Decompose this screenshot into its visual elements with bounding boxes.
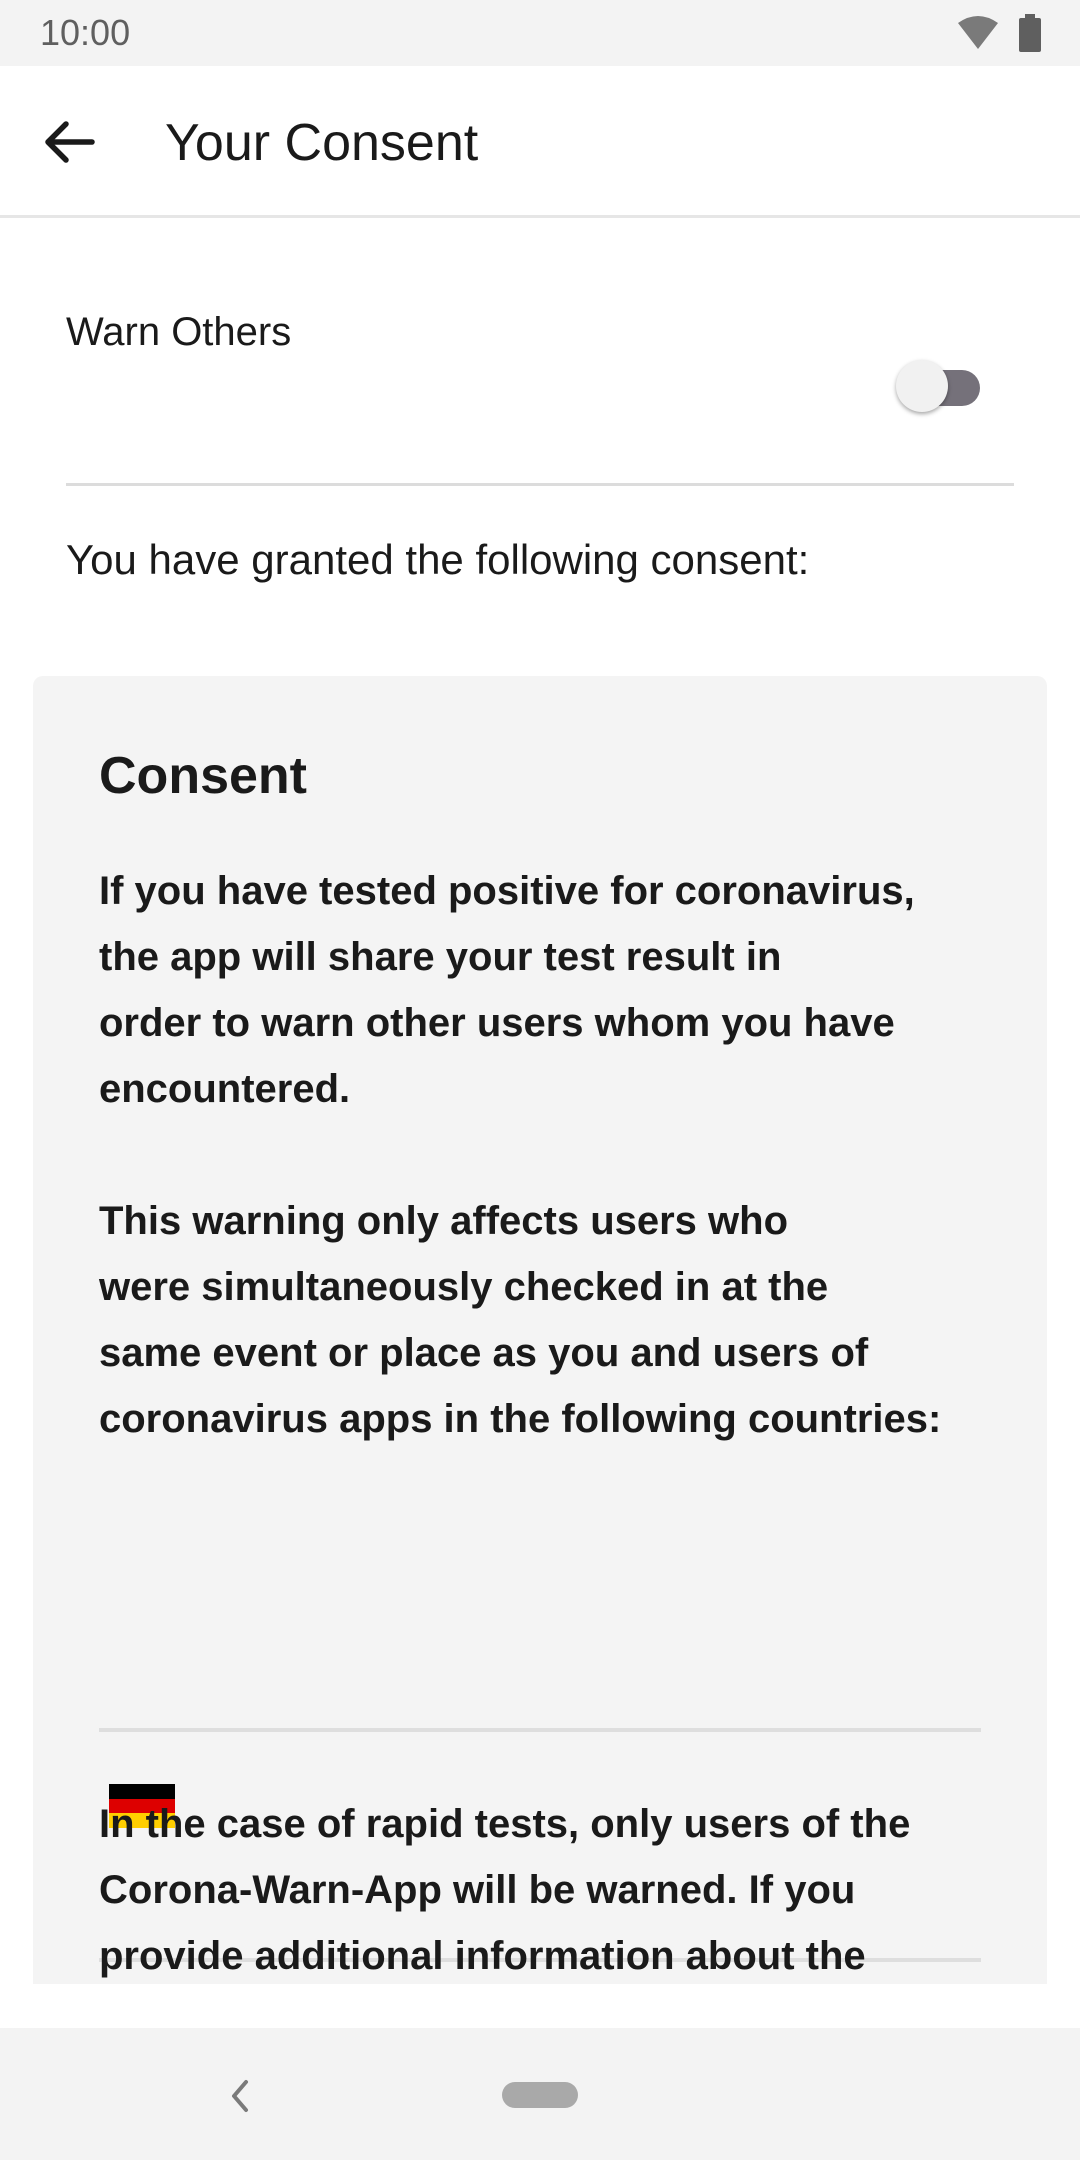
battery-icon xyxy=(1018,14,1042,57)
consent-paragraph-warning: This warning only affects users who were… xyxy=(99,1199,942,1441)
consent-paragraph-share: If you have tested positive for coronavi… xyxy=(99,869,915,1111)
divider xyxy=(66,483,1014,486)
home-pill-button[interactable] xyxy=(502,2082,578,2108)
toggle-thumb xyxy=(896,360,948,412)
app-bar: Your Consent xyxy=(0,66,1080,218)
warn-others-label: Warn Others xyxy=(66,310,292,354)
warn-others-row[interactable]: Warn Others xyxy=(66,310,1016,412)
status-bar: 10:00 xyxy=(0,0,1080,66)
back-button[interactable] xyxy=(38,112,118,172)
content-scroll[interactable]: Warn Others You have granted the followi… xyxy=(0,218,1080,1984)
status-icons xyxy=(956,14,1042,57)
chevron-left-icon xyxy=(220,2080,260,2120)
consent-title: Consent xyxy=(99,747,307,805)
bottom-spacer xyxy=(0,1984,1080,2028)
consent-paragraph-rapid-tests: In the case of rapid tests, only users o… xyxy=(99,1802,911,1978)
status-time: 10:00 xyxy=(40,12,131,53)
arrow-left-icon xyxy=(38,121,98,176)
granted-consent-text: You have granted the following consent: xyxy=(66,536,810,583)
page-title: Your Consent xyxy=(165,114,479,172)
nav-back-button[interactable] xyxy=(220,2076,260,2116)
system-nav-bar xyxy=(0,2028,1080,2160)
card-divider xyxy=(99,1728,981,1732)
wifi-icon xyxy=(956,15,1000,56)
warn-others-toggle[interactable] xyxy=(896,360,986,416)
consent-card: Consent If you have tested positive for … xyxy=(33,676,1047,1984)
